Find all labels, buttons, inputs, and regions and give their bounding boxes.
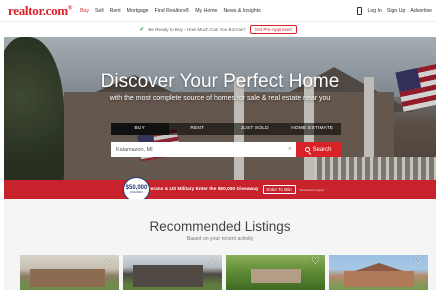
recommended-section: Recommended Listings Based on your recen… xyxy=(4,199,436,290)
get-pre-approved-button[interactable]: Get Pre-Approved xyxy=(249,25,297,34)
signup-link[interactable]: Sign Up xyxy=(387,8,405,14)
nav-sell[interactable]: Sell xyxy=(95,8,104,14)
search-tabs: BUY RENT JUST SOLD HOME ESTIMATE xyxy=(111,123,341,135)
hero-title: Discover Your Perfect Home xyxy=(100,71,340,92)
search-icon xyxy=(305,147,311,152)
top-header: realtor.com® Buy Sell Rent Mortgage Find… xyxy=(0,0,436,22)
login-link[interactable]: Log In xyxy=(367,8,381,14)
advertise-link[interactable]: Advertise xyxy=(410,8,432,14)
nav-buy[interactable]: Buy xyxy=(80,8,89,14)
promo-strip: ✔ Be Ready to Buy - How Much Can You Bor… xyxy=(0,22,436,37)
mobile-phone-icon[interactable] xyxy=(357,6,363,15)
location-search-input[interactable]: Kalamazoo, MI × xyxy=(111,142,296,157)
listing-card[interactable]: ♡ xyxy=(329,255,428,290)
hero-section: Discover Your Perfect Home with the most… xyxy=(4,37,436,180)
realtor-logo[interactable]: realtor.com® xyxy=(8,3,72,19)
checkmark-icon: ✔ xyxy=(139,27,145,33)
tab-buy[interactable]: BUY xyxy=(111,123,169,135)
nav-rent[interactable]: Rent xyxy=(110,8,121,14)
tab-just-sold[interactable]: JUST SOLD xyxy=(226,123,284,135)
heart-outline-icon[interactable]: ♡ xyxy=(105,257,115,267)
promo-text: Be Ready to Buy - How Much Can You Borro… xyxy=(148,27,246,32)
heart-outline-icon[interactable]: ♡ xyxy=(311,257,321,267)
listing-card[interactable]: ♡ xyxy=(226,255,325,290)
page: realtor.com® Buy Sell Rent Mortgage Find… xyxy=(0,0,436,290)
heart-outline-icon[interactable]: ♡ xyxy=(208,257,218,267)
nav-news-insights[interactable]: News & Insights xyxy=(223,8,260,14)
listing-card[interactable]: ♡ xyxy=(20,255,119,290)
search-button[interactable]: Search xyxy=(296,142,341,157)
main-nav: Buy Sell Rent Mortgage Find Realtors® My… xyxy=(80,8,261,14)
section-title: Recommended Listings xyxy=(149,219,291,234)
veterans-giveaway-banner[interactable]: Veterans & US Military Enter the $50,000… xyxy=(4,180,436,199)
tab-rent[interactable]: RENT xyxy=(169,123,227,135)
restrictions-text: Restrictions Apply* xyxy=(299,187,325,192)
enter-to-win-button[interactable]: Enter To Win xyxy=(262,185,296,194)
clear-icon[interactable]: × xyxy=(288,145,292,154)
header-right: Log In Sign Up Advertise xyxy=(357,6,432,15)
section-subtitle: Based on your recent activity xyxy=(186,236,254,242)
hero-subtitle: with the most complete source of homes f… xyxy=(109,95,331,102)
banner-message: Veterans & US Military Enter the $50,000… xyxy=(143,187,259,192)
listing-card[interactable]: ♡ xyxy=(123,255,222,290)
nav-find-realtors[interactable]: Find Realtors® xyxy=(155,8,190,14)
nav-mortgage[interactable]: Mortgage xyxy=(127,8,149,14)
nav-my-home[interactable]: My Home xyxy=(195,8,217,14)
tab-home-estimate[interactable]: HOME ESTIMATE xyxy=(284,123,342,135)
heart-outline-icon[interactable]: ♡ xyxy=(414,257,424,267)
search-bar: Kalamazoo, MI × Search xyxy=(111,142,341,157)
